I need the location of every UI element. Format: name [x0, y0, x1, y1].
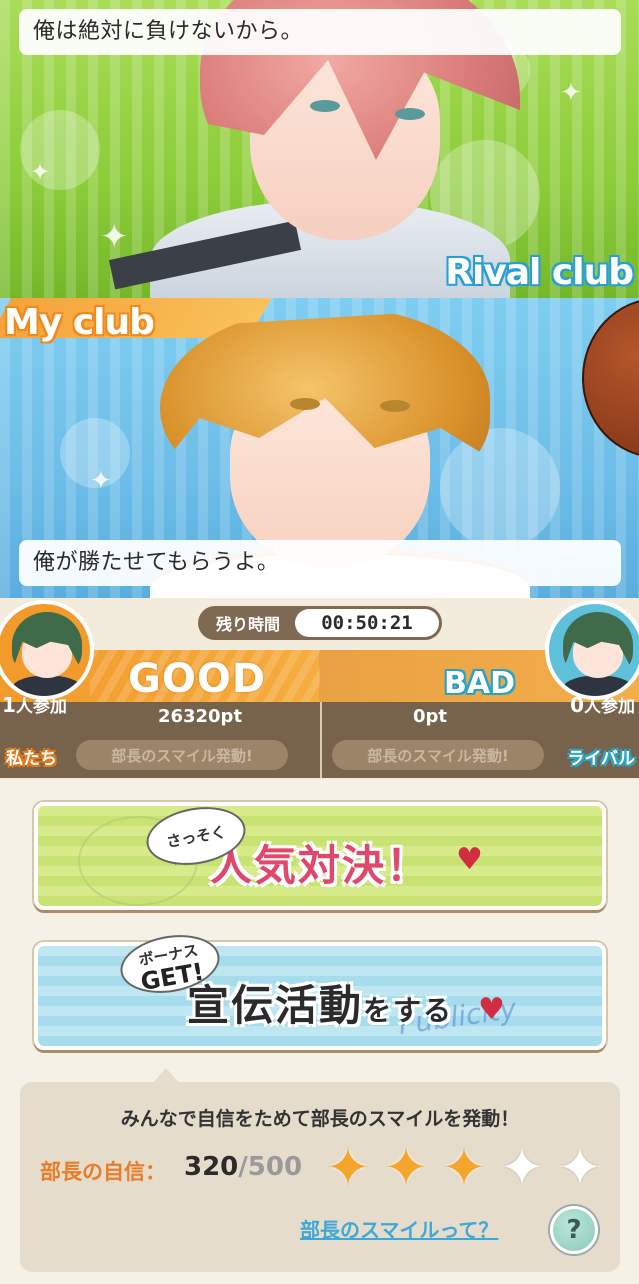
sparkle-icon: ✦ [30, 158, 51, 186]
divider [320, 702, 322, 778]
rival-smile-activate-button: 部長のスマイル発動! [332, 740, 544, 770]
rival-side-label: ライバル [567, 749, 635, 769]
remaining-time: 残り時間 00:50:21 [198, 606, 442, 640]
rival-speech-bubble: 俺は絶対に負けないから。 [19, 9, 621, 55]
sparkle-star-icon: ✦ [499, 1136, 545, 1199]
confidence-stars: ✦ ✦ ✦ ✦ ✦ [320, 1140, 608, 1196]
heart-icon: ♥ [456, 842, 483, 877]
my-captain-avatar [0, 600, 94, 700]
captain-smile-info-panel: みんなで自信をためて部長のスマイルを発動！ 部長の自信： 320/500 ✦ ✦… [20, 1082, 620, 1272]
popularity-battle-label: 人気対決！ [209, 841, 430, 890]
popularity-battle-button[interactable]: 人気対決！ ♥ ♥ [34, 802, 606, 910]
my-status-label: GOOD [128, 656, 267, 702]
score-band [0, 650, 639, 702]
captain-smile-help-link[interactable]: 部長のスマイルって？ [300, 1214, 498, 1243]
publicity-activity-label: 宣伝活動をする [186, 981, 454, 1030]
sparkle-star-icon: ✦ [383, 1136, 429, 1199]
my-join-count: 1人参加 [2, 693, 67, 717]
rival-join-count: 0人参加 [570, 693, 635, 717]
battle-status-panel: 残り時間 00:50:21 GOOD BAD 26320pt 0pt 部長のスマ… [0, 598, 639, 780]
my-speech-bubble: 俺が勝たせてもらうよ。 [19, 540, 621, 586]
my-side-label: 私たち [6, 749, 57, 769]
info-title: みんなで自信をためて部長のスマイルを発動！ [120, 1108, 520, 1130]
rival-club-label: Rival club [445, 252, 634, 293]
my-smile-activate-button: 部長のスマイル発動! [76, 740, 288, 770]
sparkle-icon: ✦ [100, 217, 129, 257]
my-points: 26320pt [157, 706, 243, 727]
heart-icon: ♥ [478, 992, 505, 1027]
rival-points: 0pt [412, 706, 447, 727]
sparkle-star-icon: ✦ [325, 1136, 371, 1199]
confidence-label: 部長の自信： [40, 1160, 166, 1184]
sparkle-icon: ✦ [90, 466, 112, 496]
my-club-label: My club [4, 302, 155, 343]
sparkle-star-icon: ✦ [557, 1136, 603, 1199]
bokeh-decoration [440, 428, 560, 548]
sparkle-star-icon: ✦ [441, 1136, 487, 1199]
rival-status-label: BAD [444, 666, 515, 701]
basketball-image [582, 298, 639, 458]
confidence-value: 320/500 [184, 1152, 303, 1182]
sparkle-icon: ✦ [560, 78, 582, 108]
help-icon[interactable]: ? [550, 1206, 598, 1254]
rival-captain-avatar [545, 600, 639, 700]
remaining-time-value: 00:50:21 [295, 609, 439, 637]
my-scene: ✦ 俺が勝たせてもらうよ。 [0, 298, 639, 598]
remaining-time-label: 残り時間 [215, 615, 280, 634]
